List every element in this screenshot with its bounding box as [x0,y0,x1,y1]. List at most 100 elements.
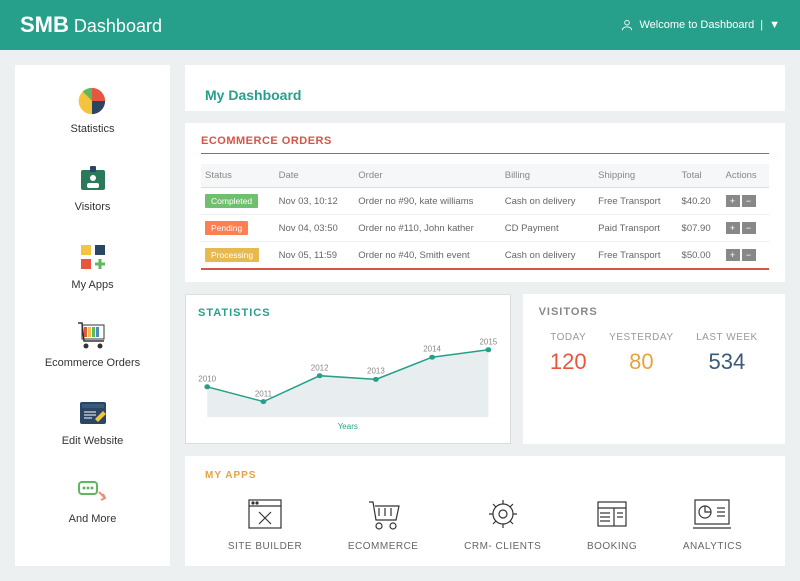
statistics-title: STATISTICS [198,307,498,319]
table-row: Completed Nov 03, 10:12Order no #90, kate… [201,188,769,215]
col-actions: Actions [722,164,770,188]
sidebar-item-ecommerce-orders[interactable]: Ecommerce Orders [45,319,140,369]
status-badge: Completed [205,194,258,208]
cell-total: $40.20 [678,188,722,215]
col-shipping: Shipping [594,164,677,188]
chart-point-label: 2010 [198,374,216,383]
status-badge: Processing [205,248,259,262]
cart-color-icon [76,319,108,351]
edit-page-icon [78,397,108,429]
vstat-label: TODAY [550,332,587,343]
visitor-stat: YESTERDAY 80 [609,332,673,375]
col-order: Order [354,164,500,188]
app-label: BOOKING [587,541,637,552]
cell-total: $07.90 [678,215,722,242]
remove-button[interactable]: − [742,249,756,261]
site-builder-icon [245,495,285,533]
orders-panel: ECOMMERCE ORDERS StatusDateOrderBillingS… [185,123,785,282]
cell-order: Order no #90, kate williams [354,188,500,215]
sidebar-item-visitors[interactable]: Visitors [75,163,111,213]
page-title: My Dashboard [201,77,769,107]
app-booking[interactable]: BOOKING [587,495,637,552]
crm-icon [483,495,523,533]
col-status: Status [201,164,275,188]
cell-order: Order no #40, Smith event [354,242,500,270]
analytics-icon [691,495,733,533]
app-header: SMB Dashboard Welcome to Dashboard | ▼ [0,0,800,50]
table-row: Pending Nov 04, 03:50Order no #110, John … [201,215,769,242]
app-label: ANALYTICS [683,541,742,552]
col-total: Total [678,164,722,188]
sidebar-item-my-apps[interactable]: My Apps [71,241,113,291]
line-chart: 2010 2011 2012 2013 2014 2015 [198,327,498,422]
cell-date: Nov 03, 10:12 [275,188,355,215]
app-site-builder[interactable]: SITE BUILDER [228,495,302,552]
col-date: Date [275,164,355,188]
cell-billing: CD Payment [501,215,594,242]
vstat-value: 120 [550,349,587,375]
orders-title: ECOMMERCE ORDERS [201,135,769,154]
remove-button[interactable]: − [742,222,756,234]
col-billing: Billing [501,164,594,188]
sidebar-item-and-more[interactable]: And More [69,475,117,525]
vstat-label: YESTERDAY [609,332,673,343]
app-crm-clients[interactable]: CRM- CLIENTS [464,495,541,552]
brand-bold: SMB [20,12,69,37]
add-button[interactable]: + [726,222,740,234]
chart-xlabel: Years [198,422,498,431]
statistics-panel: STATISTICS 2010 2011 2012 2013 2014 2015 Year… [185,294,511,444]
divider: | [760,19,763,31]
apps-title: MY APPS [205,470,765,481]
chart-point-label: 2011 [255,389,272,398]
cell-total: $50.00 [678,242,722,270]
cell-shipping: Paid Transport [594,215,677,242]
visitors-panel: VISITORS TODAY 120 YESTERDAY 80 LAST WEEK534 [523,294,785,444]
chart-point-label: 2013 [367,367,385,376]
sidebar-item-edit-website[interactable]: Edit Website [62,397,124,447]
apps-grid-icon [79,241,107,273]
apps-panel: MY APPS SITE BUILDER ECOMMERCE CRM- CLIENT… [185,456,785,566]
app-ecommerce[interactable]: ECOMMERCE [348,495,419,552]
sidebar: Statistics Visitors My Apps Ecommerce Order… [15,65,170,566]
status-badge: Pending [205,221,248,235]
add-button[interactable]: + [726,249,740,261]
app-label: CRM- CLIENTS [464,541,541,552]
cell-date: Nov 05, 11:59 [275,242,355,270]
app-label: SITE BUILDER [228,541,302,552]
cell-billing: Cash on delivery [501,242,594,270]
welcome-menu[interactable]: Welcome to Dashboard | ▼ [620,18,781,32]
app-analytics[interactable]: ANALYTICS [683,495,742,552]
cell-shipping: Free Transport [594,188,677,215]
more-icon [77,475,107,507]
sidebar-item-statistics[interactable]: Statistics [70,85,114,135]
remove-button[interactable]: − [742,195,756,207]
sidebar-item-label: Statistics [70,123,114,135]
brand-logo: SMB Dashboard [20,12,162,38]
chevron-down-icon: ▼ [769,19,780,31]
welcome-text: Welcome to Dashboard [640,19,755,31]
sidebar-item-label: Edit Website [62,435,124,447]
app-label: ECOMMERCE [348,541,419,552]
chart-point-label: 2014 [423,345,441,354]
badge-icon [79,163,107,195]
pie-chart-icon [77,85,107,117]
cell-order: Order no #110, John kather [354,215,500,242]
brand-light: Dashboard [74,16,162,36]
vstat-label: LAST WEEK [696,332,758,343]
visitors-title: VISITORS [539,306,769,318]
chart-point-label: 2012 [311,363,329,372]
visitor-stat: LAST WEEK534 [696,332,758,375]
table-row: Processing Nov 05, 11:59Order no #40, Smi… [201,242,769,270]
cell-date: Nov 04, 03:50 [275,215,355,242]
sidebar-item-label: Ecommerce Orders [45,357,140,369]
orders-table: StatusDateOrderBillingShippingTotalActio… [201,164,769,270]
sidebar-item-label: Visitors [75,201,111,213]
user-icon [620,18,634,32]
visitor-stat: TODAY 120 [550,332,587,375]
cell-billing: Cash on delivery [501,188,594,215]
sidebar-item-label: My Apps [71,279,113,291]
chart-point-label: 2015 [479,337,497,346]
add-button[interactable]: + [726,195,740,207]
booking-icon [592,495,632,533]
vstat-value: 80 [609,349,673,375]
